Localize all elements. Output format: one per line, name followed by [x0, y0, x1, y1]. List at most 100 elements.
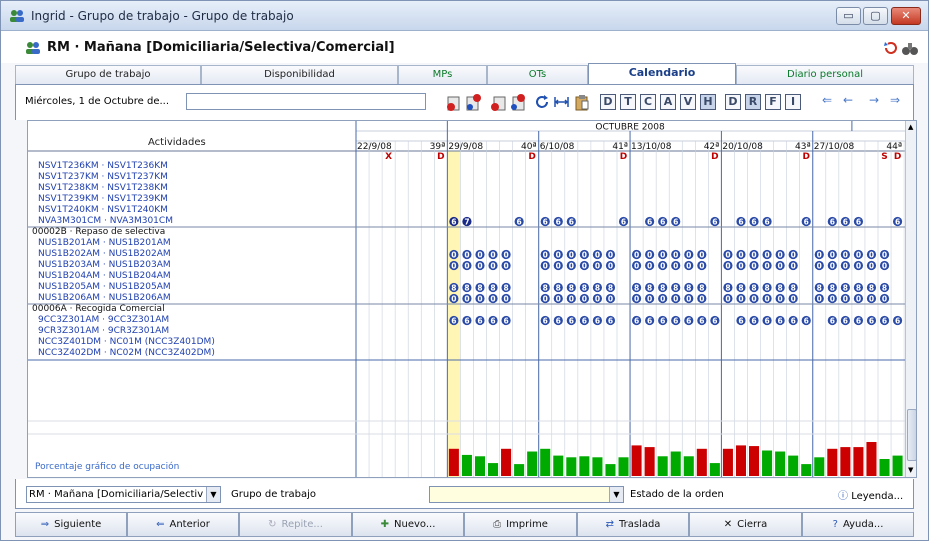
activity-row-label[interactable]: NSV1T238KM · NSV1T238KM	[38, 183, 168, 194]
activity-row-label[interactable]: NUS1B204AM · NUS1B204AM	[38, 271, 171, 282]
filter-d2-toggle[interactable]: D	[725, 94, 741, 110]
first-arrow-icon[interactable]: ⇐	[822, 93, 832, 107]
refresh-icon[interactable]	[883, 40, 899, 56]
group-row-label[interactable]: 00002B · Repaso de selectiva	[32, 227, 165, 238]
repeat-button[interactable]: ↻ Repite...	[239, 512, 352, 537]
filter-d-toggle[interactable]: D	[600, 94, 616, 110]
filter-r-toggle[interactable]: R	[745, 94, 761, 110]
group-row-label[interactable]: 00006A · Recogida Comercial	[32, 304, 165, 315]
previous-button[interactable]: ⇐ Anterior	[127, 512, 239, 537]
add-right-icon[interactable]	[509, 93, 526, 111]
activity-row-label[interactable]: NVA3M301CM · NVA3M301CM	[38, 216, 173, 227]
legend-link[interactable]: ⓘ Leyenda...	[838, 487, 903, 502]
activity-row-label[interactable]: NUS1B201AM · NUS1B201AM	[38, 238, 171, 249]
vertical-scrollbar[interactable]: ▲ ▼	[905, 121, 916, 477]
activity-row-label[interactable]: NSV1T236KM · NSV1T236KM	[38, 161, 168, 172]
new-label: Nuevo...	[394, 519, 436, 530]
day-marker: D	[437, 152, 444, 162]
prev-arrow-icon[interactable]: ←	[843, 93, 853, 107]
move-button[interactable]: ⇄ Traslada	[577, 512, 689, 537]
task-badge-label: 0	[543, 262, 548, 271]
activity-row-label[interactable]: NUS1B203AM · NUS1B203AM	[38, 260, 171, 271]
reload-icon[interactable]	[534, 93, 551, 111]
occupancy-bar	[709, 463, 720, 476]
week-number: 40ª	[521, 142, 537, 152]
task-badge-label: 0	[738, 295, 743, 304]
activity-row-label[interactable]: NCC3Z402DM · NC02M (NCC3Z402DM)	[38, 348, 215, 359]
scroll-down-icon[interactable]: ▼	[908, 466, 913, 474]
tab-grupo-de-trabajo[interactable]: Grupo de trabajo	[15, 65, 201, 84]
filter-c-toggle[interactable]: C	[640, 94, 656, 110]
occupancy-label: Porcentaje gráfico de ocupación	[35, 462, 180, 472]
legend-label: Leyenda...	[851, 491, 904, 502]
help-button[interactable]: ? Ayuda...	[802, 512, 914, 537]
week-date: 13/10/08	[631, 142, 672, 152]
task-badge-label: 0	[634, 262, 639, 271]
close-window-button[interactable]: ✕ Cierra	[689, 512, 802, 537]
filter-v-toggle[interactable]: V	[680, 94, 696, 110]
activity-row-label[interactable]: NSV1T239KM · NSV1T239KM	[38, 194, 168, 205]
activity-row-label[interactable]: NSV1T237KM · NSV1T237KM	[38, 172, 168, 183]
filter-h-toggle[interactable]: H	[700, 94, 716, 110]
task-badge-label: 0	[608, 251, 613, 260]
state-select[interactable]: ▼	[429, 486, 624, 503]
occupancy-bar	[579, 456, 590, 476]
task-badge-label: 6	[569, 317, 574, 326]
activity-row-label[interactable]: NSV1T240KM · NSV1T240KM	[38, 205, 168, 216]
clipboard-icon[interactable]	[573, 93, 590, 111]
filter-a-toggle[interactable]: A	[660, 94, 676, 110]
task-badge-label: 0	[764, 262, 769, 271]
date-input[interactable]	[186, 93, 426, 110]
tab-calendario[interactable]: Calendario	[588, 63, 736, 85]
filter-t-toggle[interactable]: T	[620, 94, 636, 110]
last-arrow-icon[interactable]: ⇒	[890, 93, 900, 107]
print-button[interactable]: ⎙ Imprime	[464, 512, 577, 537]
maximize-button[interactable]: ▢	[863, 7, 888, 25]
add-left-icon[interactable]	[465, 93, 482, 111]
remove-right-icon[interactable]	[490, 93, 507, 111]
activity-row-label[interactable]: NUS1B202AM · NUS1B202AM	[38, 249, 171, 260]
repeat-icon: ↻	[268, 519, 277, 530]
activity-row-label[interactable]: NCC3Z401DM · NC01M (NCC3Z401DM)	[38, 337, 215, 348]
group-icon	[10, 10, 24, 22]
chevron-down-icon[interactable]: ▼	[206, 487, 220, 502]
group-select[interactable]: RM · Mañana [Domiciliaria/Selectiv ▼	[26, 486, 221, 503]
next-arrow-icon[interactable]: →	[869, 93, 879, 107]
tab-ots[interactable]: OTs	[487, 65, 588, 84]
binoculars-icon[interactable]	[901, 40, 919, 56]
scroll-up-icon[interactable]: ▲	[908, 123, 913, 131]
calendar-grid[interactable]: 22/9/08 39ª 29/9/08 40ª 6/10/08 41ª 13/10/08 42…	[27, 120, 917, 478]
filter-i-toggle[interactable]: I	[785, 94, 801, 110]
tab-diario-personal[interactable]: Diario personal	[736, 65, 914, 84]
task-badge-label: 0	[738, 262, 743, 271]
task-badge-label: 6	[869, 317, 874, 326]
task-badge-label: 0	[647, 251, 652, 260]
task-badge-label: 0	[699, 295, 704, 304]
fit-width-icon[interactable]	[553, 93, 570, 111]
activity-row-label[interactable]: 9CR3Z301AM · 9CR3Z301AM	[38, 326, 169, 337]
task-badge-label: 6	[686, 317, 691, 326]
task-badge-label: 0	[634, 251, 639, 260]
filter-f-toggle[interactable]: F	[765, 94, 781, 110]
task-badge-label: 0	[451, 262, 456, 271]
remove-left-icon[interactable]	[446, 93, 463, 111]
activity-row-label[interactable]: NUS1B205AM · NUS1B205AM	[38, 282, 171, 293]
minimize-button[interactable]: ▭	[836, 7, 861, 25]
next-button[interactable]: ⇒ Siguiente	[15, 512, 127, 537]
close-button[interactable]: ✕	[891, 7, 921, 25]
task-badge-label: 8	[673, 284, 678, 293]
task-badge-label: 6	[764, 218, 769, 227]
task-badge-label: 8	[595, 284, 600, 293]
tab-disponibilidad[interactable]: Disponibilidad	[201, 65, 398, 84]
task-badge-label: 0	[595, 262, 600, 271]
activity-row-label[interactable]: NUS1B206AM · NUS1B206AM	[38, 293, 171, 304]
task-badge-label: 8	[725, 284, 730, 293]
scrollbar-thumb[interactable]	[907, 409, 916, 461]
occupancy-bar	[605, 464, 616, 476]
activity-row-label[interactable]: 9CC3Z301AM · 9CC3Z301AM	[38, 315, 169, 326]
tab-mps[interactable]: MPs	[398, 65, 487, 84]
chevron-down-icon[interactable]: ▼	[609, 487, 623, 502]
task-badge-label: 8	[856, 284, 861, 293]
window-title: Ingrid - Grupo de trabajo - Grupo de tra…	[31, 9, 294, 23]
new-button[interactable]: ✚ Nuevo...	[352, 512, 464, 537]
